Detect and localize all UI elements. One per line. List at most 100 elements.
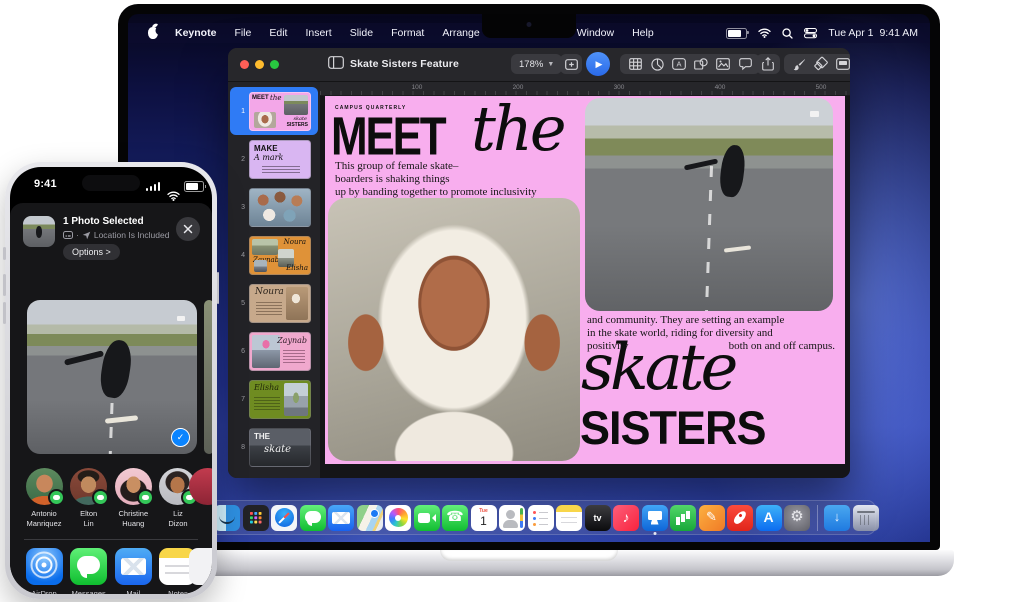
add-slide-button[interactable] [560,54,582,74]
control-center-icon[interactable] [804,28,817,38]
share-sheet-title: 1 Photo Selected [63,216,144,227]
close-button[interactable] [176,217,200,241]
minimize-window-button[interactable] [255,60,264,69]
location-icon [82,231,91,240]
skater-figure [97,338,134,400]
comment-icon[interactable] [734,58,756,70]
contact-liz[interactable]: LizDizon [156,468,200,529]
action-button [3,247,6,260]
dock-music-icon[interactable] [613,505,639,531]
cellular-signal-icon [146,182,161,191]
dock-notes-icon[interactable] [556,505,582,531]
zoom-level-dropdown[interactable]: 178%▼ [511,54,562,74]
share-messages[interactable]: Messages [67,548,111,594]
document-icon[interactable] [832,58,850,70]
slide-thumbnail-3[interactable]: 3 [230,183,318,231]
search-icon[interactable] [782,28,793,39]
animate-icon[interactable] [810,58,832,71]
dock-mail-icon[interactable] [328,505,354,531]
menu-file[interactable]: File [225,27,260,39]
options-button[interactable]: Options > [63,244,120,260]
portrait-photo [328,198,580,461]
volume-down-button [3,302,6,324]
dock-maps-icon[interactable] [357,505,383,531]
stage: Keynote File Edit Insert Slide Format Ar… [0,0,1030,602]
dock-safari-icon[interactable] [271,505,297,531]
slide-thumbnail-4[interactable]: 4 Noura Zaynab Elisha [230,231,318,279]
dock-reminders-icon[interactable] [528,505,554,531]
share-airdrop[interactable]: AirDrop [22,548,66,594]
messages-badge-icon [48,489,65,506]
apple-menu-icon[interactable] [148,27,158,39]
shape-icon[interactable] [690,58,712,70]
menu-keynote[interactable]: Keynote [166,27,225,39]
slide-thumbnail-1[interactable]: 1 MEET the skate SISTERS [230,87,318,135]
slide-thumbnail-8[interactable]: 8 THE skate [230,423,318,471]
close-window-button[interactable] [240,60,249,69]
share-notes[interactable]: Notes [156,548,200,594]
avatar [70,468,107,505]
dock-photos-icon[interactable] [385,505,411,531]
dock-pages-icon[interactable] [699,505,725,531]
dock-downloads-icon[interactable] [824,505,850,531]
view-options-icon[interactable] [328,56,344,74]
camera-notch [482,14,576,38]
table-icon[interactable] [624,58,646,70]
dock-contacts-icon[interactable] [499,505,525,531]
dock-appstore-icon[interactable] [756,505,782,531]
play-button[interactable]: ▶ [586,52,610,76]
wifi-icon [167,191,180,201]
dock-settings-icon[interactable] [784,505,810,531]
volume-up-button [3,274,6,296]
dock-calendar-icon[interactable]: Tue 1 [471,505,497,531]
dock-finder-icon[interactable] [214,505,240,531]
contact-antonio[interactable]: AntonioManriquez [22,468,66,529]
menu-help[interactable]: Help [623,27,663,39]
share-mail[interactable]: Mail [111,548,155,594]
menu-insert[interactable]: Insert [296,27,340,39]
dock-keynote-icon[interactable] [642,505,668,531]
chart-icon[interactable] [646,58,668,71]
share-app-partial[interactable] [189,548,212,585]
slide-thumbnail-6[interactable]: 6 Zaynab [230,327,318,375]
contact-elton[interactable]: EltonLin [67,468,111,529]
dock-trash-icon[interactable] [853,505,879,531]
dock-phone-icon[interactable] [442,505,468,531]
wifi-icon[interactable] [758,28,771,38]
slide-thumbnail-5[interactable]: 5 Noura [230,279,318,327]
slide-headline: MEET [331,109,444,163]
zoom-window-button[interactable] [270,60,279,69]
dock-facetime-icon[interactable] [414,505,440,531]
battery-icon [184,181,204,192]
play-icon: ▶ [596,59,603,70]
menu-edit[interactable]: Edit [260,27,296,39]
slide-thumbnail-2[interactable]: 2 MAKE A mark [230,135,318,183]
menu-date[interactable]: Tue Apr 1 [828,27,873,39]
menu-format[interactable]: Format [382,27,433,39]
format-brush-icon[interactable] [788,58,810,71]
contact-christine[interactable]: ChristineHuang [111,468,155,529]
camera-icon [527,22,532,27]
slide-thumbnail-7[interactable]: 7 Elisha [230,375,318,423]
divider [24,539,198,540]
selected-photo[interactable]: ✓ [27,300,197,454]
dock-numbers-icon[interactable] [670,505,696,531]
status-time: 9:41 [34,178,57,190]
group-photo-thumbnail [249,188,311,227]
dock-rocket-icon[interactable] [727,505,753,531]
truck [177,316,185,321]
text-box-icon[interactable]: A [668,58,690,70]
menu-arrange[interactable]: Arrange [433,27,488,39]
share-button[interactable] [756,54,780,74]
media-icon[interactable] [712,58,734,70]
menu-time[interactable]: 9:41 AM [879,27,918,39]
current-slide[interactable]: CAMPUS QUARTERLY MEET the This group of … [325,96,845,464]
dock-messages-icon[interactable] [300,505,326,531]
menu-window[interactable]: Window [568,27,623,39]
messages-icon [70,548,107,585]
dock-launchpad-icon[interactable] [243,505,269,531]
dock-tv-icon[interactable]: tv [585,505,611,531]
next-photo-partial[interactable] [204,300,212,454]
battery-icon[interactable] [726,28,747,39]
menu-slide[interactable]: Slide [341,27,382,39]
